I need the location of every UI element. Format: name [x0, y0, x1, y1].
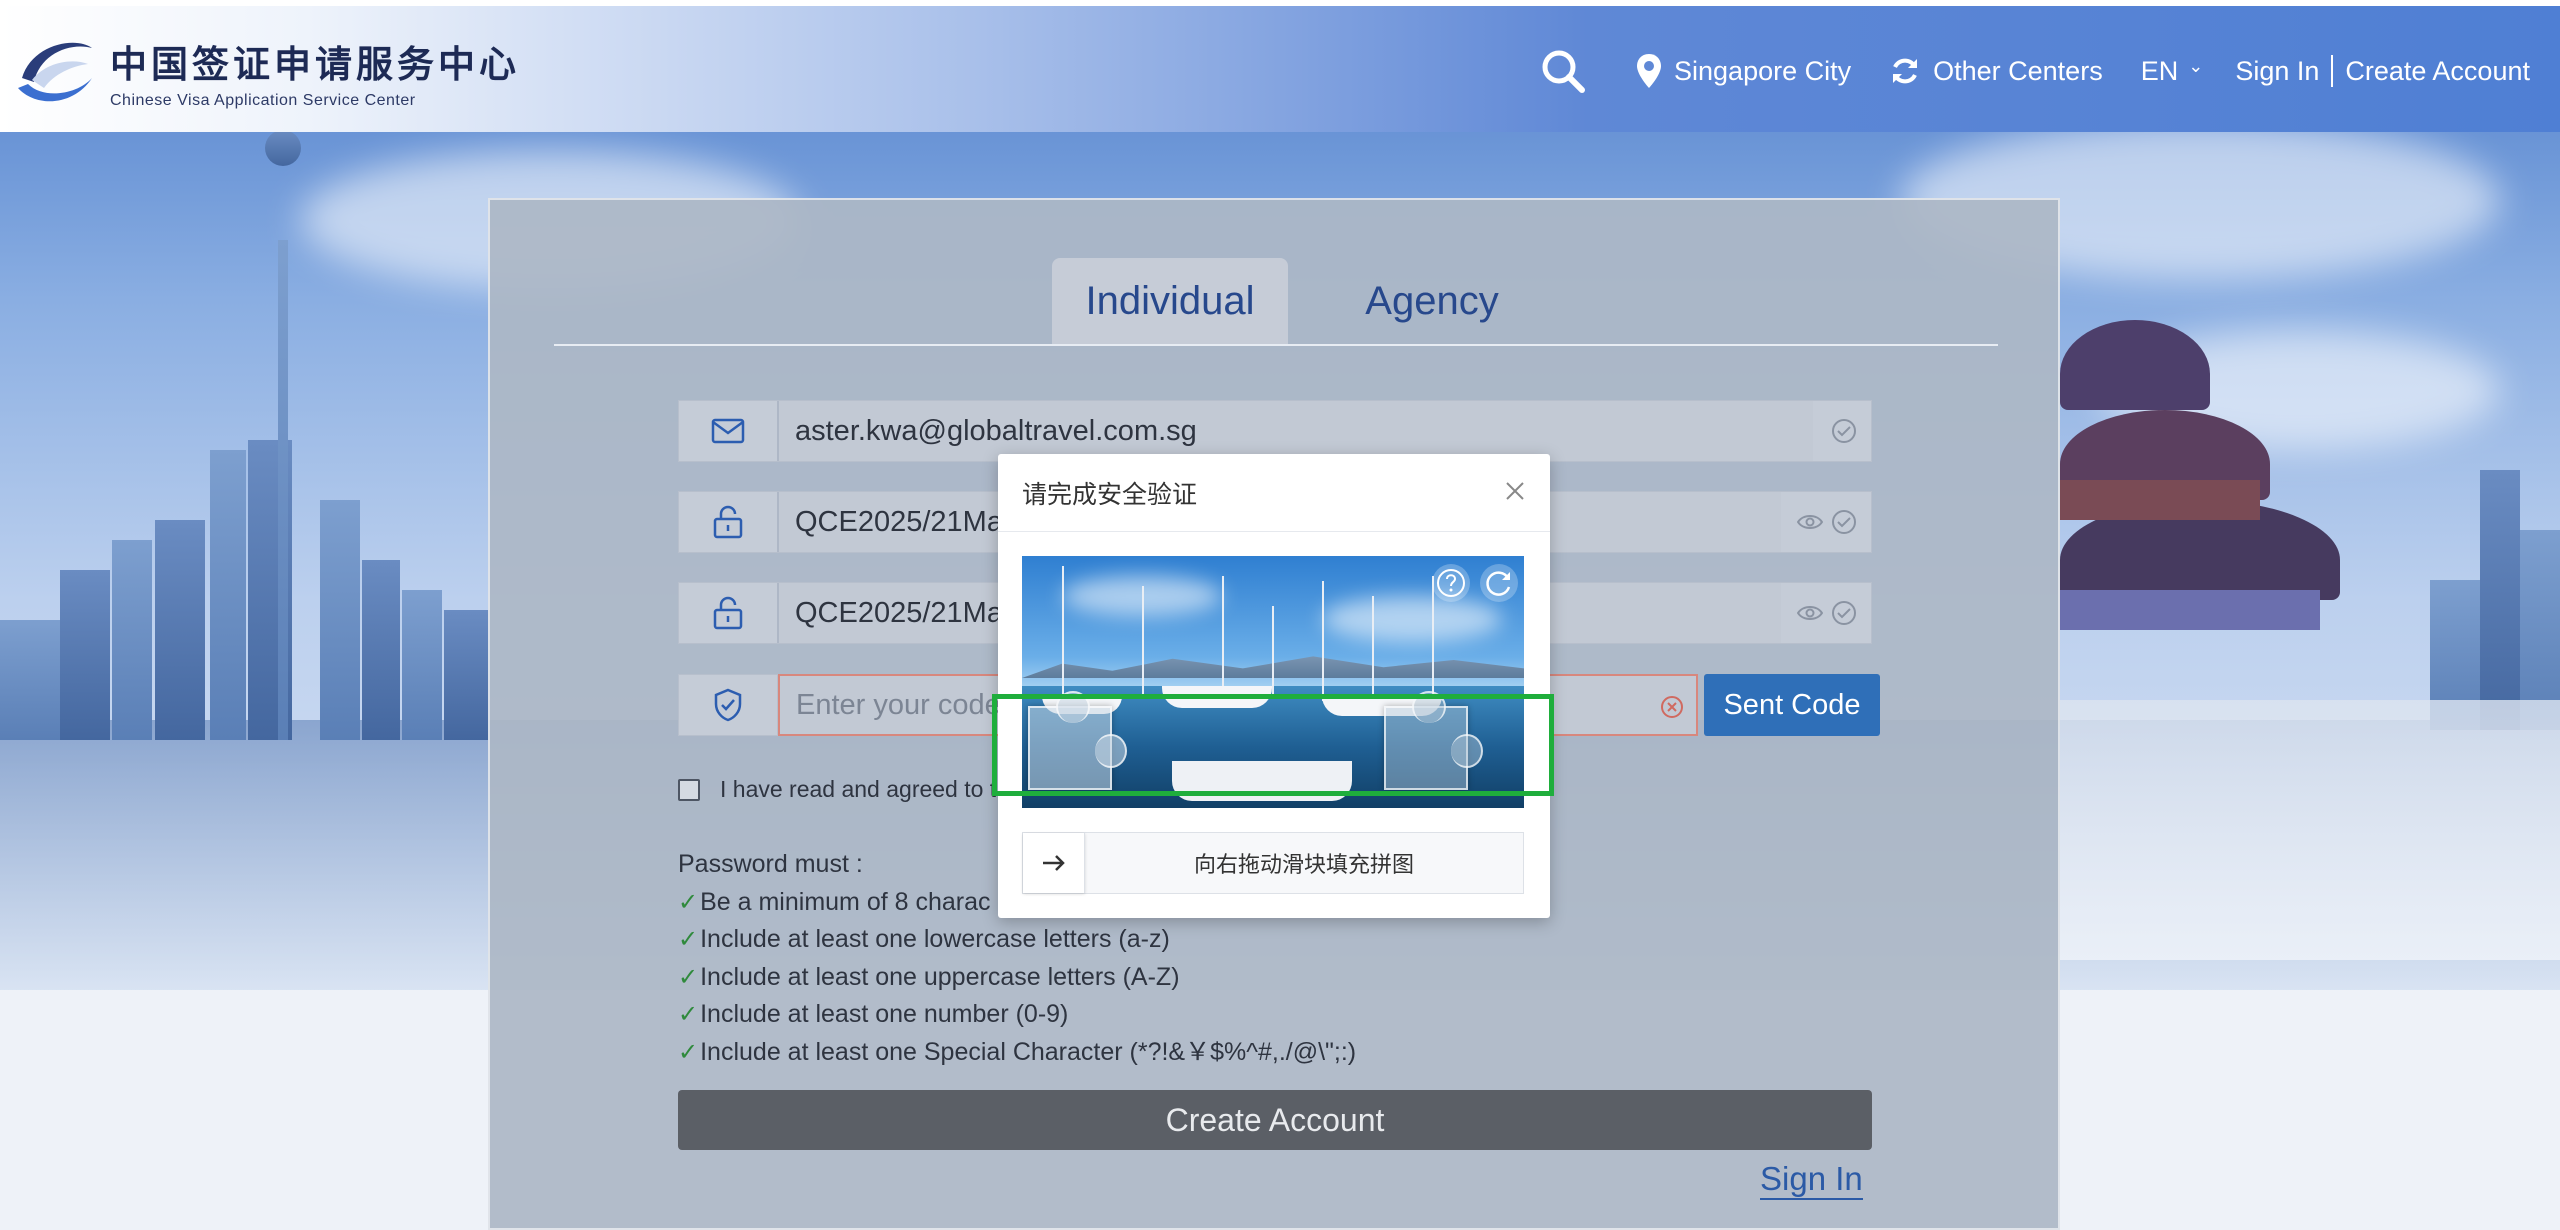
modal-title: 请完成安全验证 — [1022, 480, 1198, 509]
location-label: Singapore City — [1674, 55, 1852, 86]
password-rule: ✓ Include at least one uppercase letters … — [678, 959, 1356, 997]
refresh-icon — [1893, 58, 1918, 84]
security-verification-modal: 请完成安全验证 向右拖动滑块填充拼图 — [998, 454, 1550, 918]
check-icon: ✓ — [678, 888, 699, 916]
other-centers-label: Other Centers — [1933, 55, 2103, 86]
nav-divider — [2331, 55, 2334, 87]
refresh-icon — [1486, 571, 1511, 596]
slider-hint: 向右拖动滑块填充拼图 — [1193, 852, 1414, 877]
location-selector[interactable]: Singapore City — [1636, 53, 1851, 89]
logo-chinese-text: 中国签证申请服务中心 — [110, 42, 520, 86]
check-icon: ✓ — [678, 963, 699, 991]
header-nav: Singapore City Other Centers EN ⌄ Sign I… — [1502, 46, 2530, 96]
clear-icon[interactable] — [1660, 695, 1684, 719]
question-icon — [1437, 569, 1465, 597]
terms-checkbox[interactable] — [678, 778, 700, 801]
header-sign-in-link[interactable]: Sign In — [2235, 56, 2319, 87]
language-label: EN — [2140, 55, 2179, 86]
other-centers-link[interactable]: Other Centers — [1889, 55, 2103, 87]
logo-english-text: Chinese Visa Application Service Center — [110, 92, 416, 109]
check-icon: ✓ — [678, 1001, 699, 1028]
envelope-icon — [679, 401, 779, 461]
check-circle-icon — [1832, 419, 1856, 443]
tab-individual[interactable]: Individual — [1052, 258, 1288, 344]
close-icon[interactable] — [1500, 476, 1530, 506]
password-rule: ✓ Include at least one lowercase letters … — [678, 921, 1356, 959]
lock-icon — [679, 583, 779, 643]
top-header: 中国签证申请服务中心 Chinese Visa Application Serv… — [0, 0, 2560, 132]
refresh-captcha-button[interactable] — [1480, 564, 1518, 602]
eye-icon[interactable] — [1797, 512, 1823, 532]
tab-agency[interactable]: Agency — [1314, 258, 1550, 344]
password-rule: ✓ Include at least one number (0-9) — [678, 996, 1356, 1034]
terms-agreement: I have read and agreed to t — [678, 776, 996, 803]
slider-handle[interactable] — [1023, 833, 1085, 893]
chevron-down-icon: ⌄ — [2188, 55, 2204, 76]
shield-check-icon — [678, 674, 778, 736]
email-field[interactable]: aster.kwa@globaltravel.com.sg — [678, 400, 1872, 462]
terms-text: I have read and agreed to t — [720, 776, 997, 802]
sign-in-link[interactable]: Sign In — [1760, 1160, 1863, 1200]
eye-icon[interactable] — [1797, 603, 1823, 623]
arrow-right-icon — [1042, 855, 1065, 871]
help-button[interactable] — [1432, 564, 1470, 602]
check-icon: ✓ — [678, 926, 699, 953]
create-account-button[interactable]: Create Account — [678, 1090, 1872, 1150]
check-circle-icon — [1832, 510, 1856, 534]
code-placeholder: Enter your code — [796, 688, 1001, 721]
header-create-account-link[interactable]: Create Account — [2345, 56, 2530, 87]
captcha-slider[interactable]: 向右拖动滑块填充拼图 — [1022, 832, 1524, 894]
check-icon: ✓ — [678, 1038, 699, 1066]
search-button[interactable] — [1540, 48, 1598, 94]
password-rule: ✓ Include at least one Special Character … — [678, 1034, 1356, 1072]
search-icon — [1542, 50, 1586, 93]
email-value[interactable]: aster.kwa@globaltravel.com.sg — [779, 401, 1813, 461]
modal-header: 请完成安全验证 — [998, 454, 1550, 532]
site-logo[interactable]: 中国签证申请服务中心 Chinese Visa Application Serv… — [14, 32, 520, 112]
highlight-box — [992, 694, 1554, 796]
sent-code-button[interactable]: Sent Code — [1704, 674, 1880, 736]
account-type-tabs: Individual Agency — [554, 258, 1998, 346]
check-circle-icon — [1832, 601, 1856, 625]
logo-emblem-icon — [14, 34, 98, 110]
map-pin-icon — [1637, 54, 1662, 88]
language-selector[interactable]: EN ⌄ — [2141, 56, 2204, 87]
lock-icon — [679, 492, 779, 552]
